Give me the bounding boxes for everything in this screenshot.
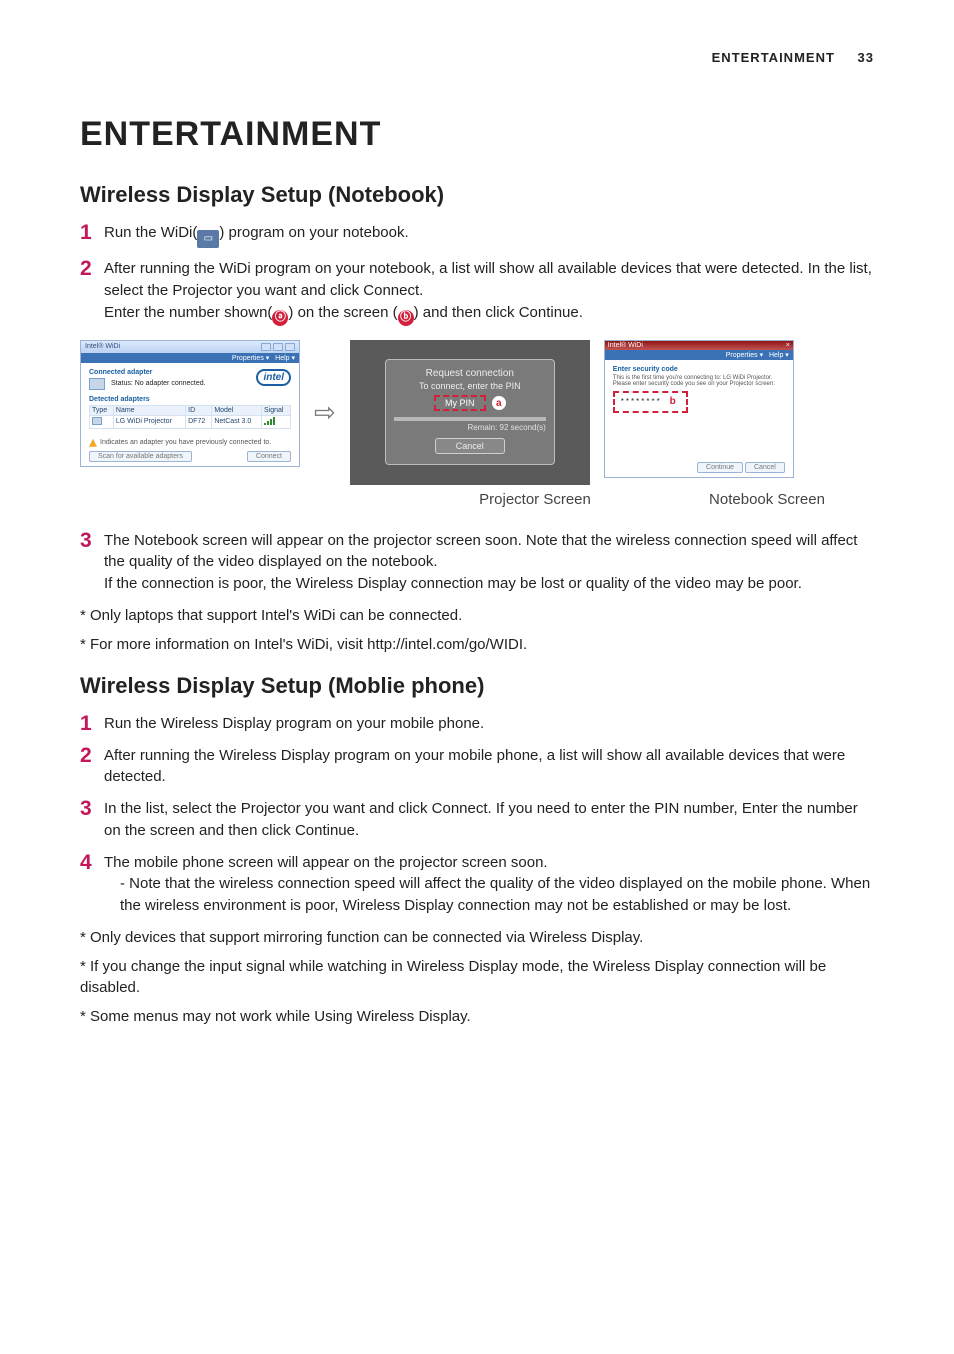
col-name: Name (113, 405, 185, 415)
footnote: * Only laptops that support Intel's WiDi… (80, 605, 874, 626)
adapters-table: Type Name ID Model Signal LG WiDi Projec… (89, 405, 291, 429)
page-title: ENTERTAINMENT (80, 115, 874, 154)
marker-a-callout: a (492, 396, 506, 410)
menu-properties[interactable]: Properties ▾ (726, 352, 763, 359)
close-icon[interactable] (285, 343, 295, 351)
section-notebook-title: Wireless Display Setup (Notebook) (80, 182, 874, 208)
nb-step-3: The Notebook screen will appear on the p… (80, 530, 874, 595)
marker-b-callout: b (666, 395, 680, 409)
warning-icon (89, 439, 97, 447)
my-pin-label: My PIN (434, 395, 486, 411)
minimize-icon[interactable] (261, 343, 271, 351)
widi-footer: Indicates an adapter you have previously… (81, 435, 299, 451)
adapter-status: Status: No adapter connected. (111, 380, 206, 387)
notebook-steps-cont: The Notebook screen will appear on the p… (80, 530, 874, 595)
detected-adapters-heading: Detected adapters (89, 396, 291, 403)
tv-icon (89, 378, 105, 390)
nb-step-1: Run the WiDi(▭) program on your notebook… (80, 222, 874, 248)
marker-a-icon: ⓐ (272, 310, 288, 326)
proj-title: Request connection (394, 368, 546, 379)
footnote: * For more information on Intel's WiDi, … (80, 634, 874, 655)
widi-program-icon: ▭ (197, 230, 219, 248)
mb-step-1: Run the Wireless Display program on your… (80, 713, 874, 735)
caption-projector: Projector Screen (410, 491, 660, 508)
nb-menubar: Properties ▾ Help ▾ (605, 350, 793, 360)
nb-hint2: Please enter security code you see on yo… (613, 381, 785, 387)
header-section: ENTERTAINMENT (712, 50, 835, 65)
cancel-button[interactable]: Cancel (435, 438, 505, 454)
tv-icon (92, 417, 102, 425)
widi-menubar: Properties ▾ Help ▾ (81, 353, 299, 363)
figure-captions: Projector Screen Notebook Screen (80, 491, 874, 508)
remaining-time: Remain: 92 second(s) (394, 423, 546, 432)
table-row[interactable]: LG WiDi Projector DF72 NetCast 3.0 (90, 415, 291, 428)
mb-step-3: In the list, select the Projector you wa… (80, 798, 874, 842)
widi-titlebar: Intel® WiDi (81, 341, 299, 353)
nb-hint1: This is the first time you're connecting… (613, 375, 785, 381)
nb-body: Enter security code This is the first ti… (605, 360, 793, 460)
col-type: Type (90, 405, 114, 415)
cancel-button[interactable]: Cancel (745, 462, 785, 473)
col-signal: Signal (262, 405, 291, 415)
intel-logo: intel (256, 369, 291, 386)
caption-notebook: Notebook Screen (660, 491, 874, 508)
notebook-footnotes: * Only laptops that support Intel's WiDi… (80, 605, 874, 655)
window-controls[interactable] (261, 343, 295, 351)
footnote: * Some menus may not work while Using Wi… (80, 1006, 874, 1027)
scan-button[interactable]: Scan for available adapters (89, 451, 192, 462)
connected-adapter-heading: Connected adapter (89, 369, 206, 376)
page-header: ENTERTAINMENT 33 (80, 50, 874, 65)
proj-subtitle: To connect, enter the PIN (394, 381, 546, 391)
progress-bar (394, 417, 546, 421)
header-page-number: 33 (858, 50, 874, 65)
widi-body: Connected adapter Status: No adapter con… (81, 363, 299, 435)
projector-dialog: Request connection To connect, enter the… (385, 359, 555, 465)
security-code-value: ******** (621, 397, 662, 406)
section-mobile-title: Wireless Display Setup (Moblie phone) (80, 673, 874, 699)
widi-title-text: Intel® WiDi (85, 343, 120, 350)
security-code-heading: Enter security code (613, 366, 785, 373)
mobile-footnotes: * Only devices that support mirroring fu… (80, 927, 874, 1027)
nb-titlebar: Intel® WiDi × (605, 341, 793, 350)
close-icon[interactable]: × (786, 342, 790, 349)
projector-screen: Request connection To connect, enter the… (350, 340, 590, 485)
col-id: ID (186, 405, 212, 415)
col-model: Model (212, 405, 262, 415)
page: ENTERTAINMENT 33 ENTERTAINMENT Wireless … (0, 0, 954, 1115)
security-code-input-box[interactable]: ******** b (613, 391, 688, 413)
adapter-name: LG WiDi Projector (113, 415, 185, 428)
menu-properties[interactable]: Properties ▾ (232, 355, 269, 362)
footnote: * Only devices that support mirroring fu… (80, 927, 874, 948)
signal-icon (264, 417, 275, 425)
widi-footnote: Indicates an adapter you have previously… (100, 439, 271, 446)
continue-button[interactable]: Continue (697, 462, 743, 473)
adapter-model: NetCast 3.0 (212, 415, 262, 428)
menu-help[interactable]: Help ▾ (275, 355, 295, 362)
mobile-steps: Run the Wireless Display program on your… (80, 713, 874, 917)
nb-step-2: After running the WiDi program on your n… (80, 258, 874, 325)
notebook-window: Intel® WiDi × Properties ▾ Help ▾ Enter … (604, 340, 794, 478)
footnote: * If you change the input signal while w… (80, 956, 874, 998)
figure-row: Intel® WiDi Properties ▾ Help ▾ Connecte… (80, 340, 874, 485)
arrow-icon: ⇨ (314, 397, 336, 428)
connect-button[interactable]: Connect (247, 451, 291, 462)
mb-step-2: After running the Wireless Display progr… (80, 745, 874, 789)
widi-window: Intel® WiDi Properties ▾ Help ▾ Connecte… (80, 340, 300, 467)
adapter-id: DF72 (186, 415, 212, 428)
mb-step-4: The mobile phone screen will appear on t… (80, 852, 874, 917)
menu-help[interactable]: Help ▾ (769, 352, 789, 359)
notebook-steps: Run the WiDi(▭) program on your notebook… (80, 222, 874, 326)
maximize-icon[interactable] (273, 343, 283, 351)
nb-title-text: Intel® WiDi (608, 342, 643, 349)
marker-b-icon: ⓑ (398, 310, 414, 326)
